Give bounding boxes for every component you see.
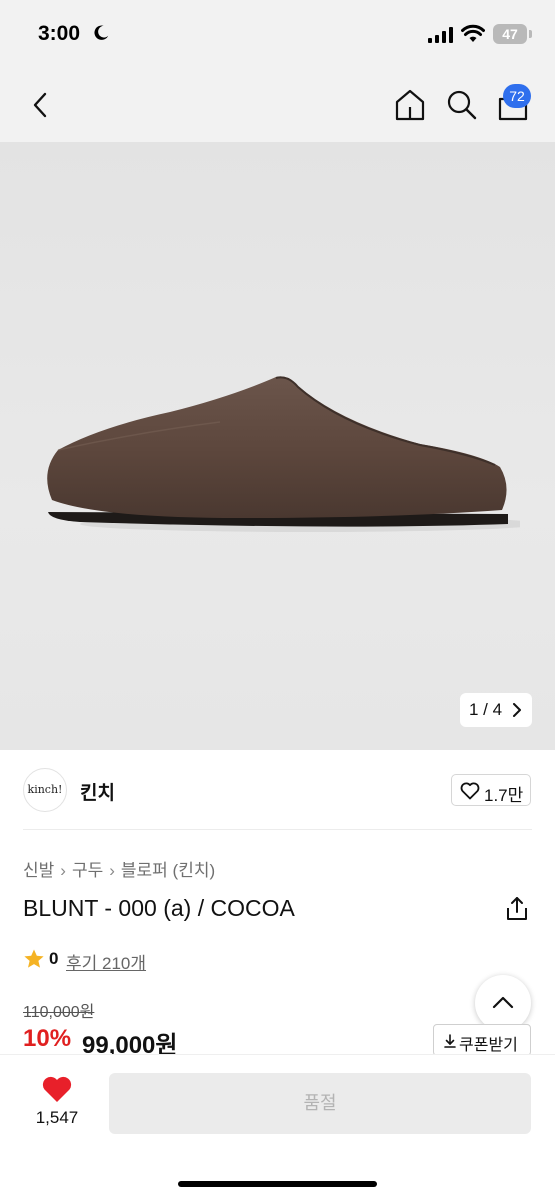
battery-indicator: 47 <box>493 24 527 44</box>
chevron-up-icon <box>492 996 514 1009</box>
heart-outline-icon <box>460 782 480 800</box>
image-counter[interactable]: 1 / 4 <box>460 693 532 727</box>
image-counter-text: 1 / 4 <box>469 700 503 719</box>
search-icon[interactable] <box>445 87 479 123</box>
home-indicator <box>178 1181 377 1187</box>
moon-icon <box>94 25 109 40</box>
rating-value: 0 <box>49 949 59 968</box>
breadcrumb-item[interactable]: 신발 <box>23 861 54 880</box>
signal-icon <box>428 27 453 43</box>
breadcrumb-item[interactable]: 블로퍼 (킨치) <box>121 861 215 880</box>
brand-row[interactable]: kinch! 킨치 1.7만 <box>0 750 555 830</box>
review-link[interactable]: 후기 210개 <box>66 949 146 974</box>
brand-name[interactable]: 킨치 <box>80 778 115 805</box>
breadcrumb-separator-icon: › <box>109 861 115 880</box>
product-title: BLUNT - 000 (a) / COCOA <box>23 895 295 921</box>
status-bar: 3:00 47 <box>0 0 555 70</box>
status-time: 3:00 <box>38 22 81 45</box>
battery-tip <box>529 30 532 38</box>
back-button[interactable] <box>26 88 56 122</box>
home-icon[interactable] <box>393 87 427 123</box>
breadcrumb-separator-icon: › <box>60 861 66 880</box>
original-price: 110,000원 <box>23 1004 95 1021</box>
divider <box>23 829 532 830</box>
sold-out-button[interactable]: 품절 <box>109 1073 531 1134</box>
coupon-download-button[interactable]: 쿠폰받기 <box>433 1024 531 1056</box>
breadcrumb: 신발 › 구두 › 블로퍼 (킨치) <box>23 856 215 881</box>
chevron-right-icon <box>513 703 521 717</box>
brand-like-button[interactable]: 1.7만 <box>451 774 531 806</box>
brand-logo[interactable]: kinch! <box>23 768 67 812</box>
scroll-to-top-button[interactable] <box>475 975 531 1031</box>
wishlist-heart-icon[interactable] <box>41 1075 73 1103</box>
share-icon[interactable] <box>505 896 529 922</box>
product-image-gallery[interactable] <box>0 142 555 750</box>
nav-bar <box>0 70 555 142</box>
star-icon <box>24 949 44 968</box>
cart-badge: 72 <box>503 84 531 108</box>
brand-like-count: 1.7만 <box>484 786 524 805</box>
product-photo <box>47 376 520 532</box>
coupon-label: 쿠폰받기 <box>459 1037 518 1054</box>
breadcrumb-item[interactable]: 구두 <box>72 861 103 880</box>
wifi-icon <box>461 24 485 42</box>
discount-rate: 10% <box>23 1025 72 1052</box>
download-icon <box>444 1034 456 1048</box>
wishlist-count: 1,547 <box>35 1108 79 1127</box>
